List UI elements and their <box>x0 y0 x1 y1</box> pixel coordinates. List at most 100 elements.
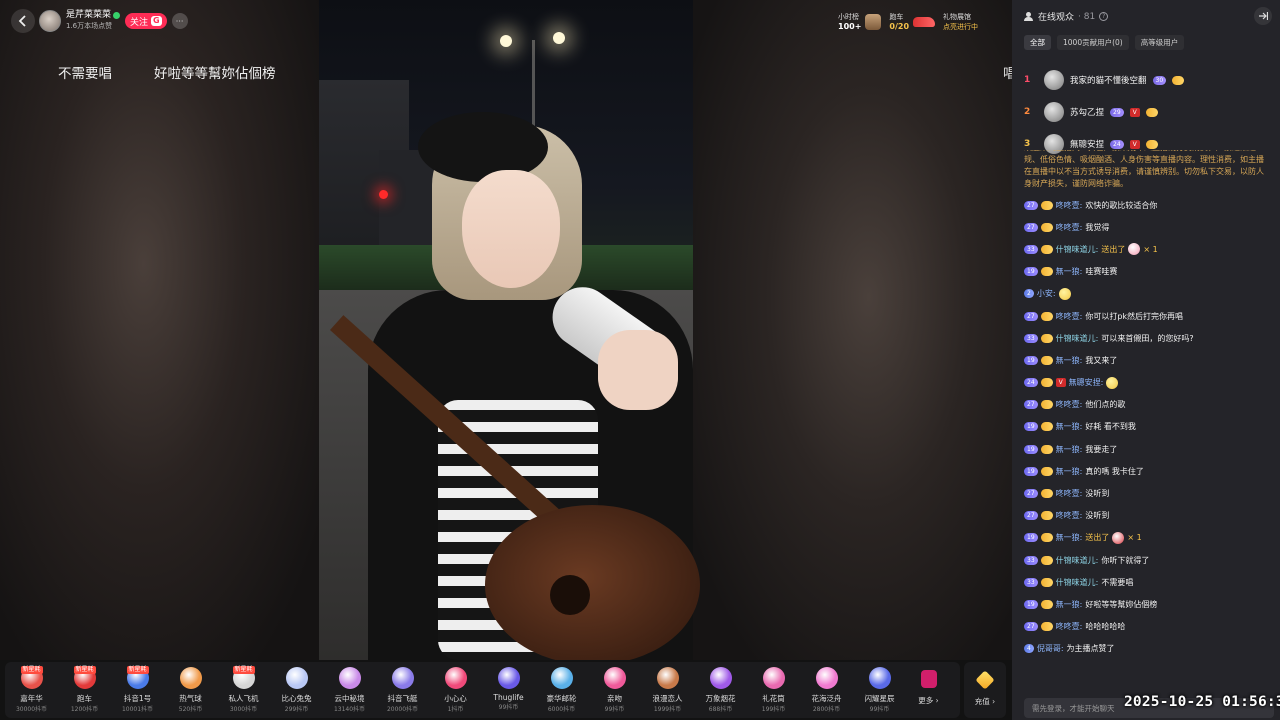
gift-item[interactable]: Thuglife 99抖币 <box>482 662 535 718</box>
fan-club-badge <box>1145 107 1158 117</box>
gift-item[interactable]: 亲吻 99抖币 <box>588 662 641 718</box>
gift-icon <box>1128 243 1141 256</box>
chat-message[interactable]: 33 什锦味道儿: 送出了 × 1 <box>1024 238 1274 260</box>
rank-row[interactable]: 2 苏勾乙捏 29 V <box>1024 96 1270 128</box>
help-icon[interactable]: ? <box>1099 12 1109 21</box>
chat-username[interactable]: 什锦味道儿: <box>1056 577 1099 588</box>
gift-item[interactable]: 新星耗 抖音1号 10001抖币 <box>111 662 164 718</box>
guitar-soundhole <box>550 575 590 615</box>
chat-message[interactable]: 27 咚咚壹: 他们点的歌 <box>1024 394 1274 416</box>
user-level-badge: 27 <box>1024 400 1038 410</box>
avatar[interactable] <box>1044 102 1064 122</box>
race-widget[interactable]: 跑车 0/20 <box>889 12 936 32</box>
chat-message[interactable]: 33 什锦味道儿: 可以来首儭田，的您好吗? <box>1024 327 1274 349</box>
chat-username[interactable]: 無一狼: <box>1056 266 1083 277</box>
chat-username[interactable]: 咚咚壹: <box>1056 222 1083 233</box>
back-button[interactable] <box>11 9 35 33</box>
chat-message[interactable]: 27 咚咚壹: 我觉得 <box>1024 216 1274 238</box>
chat-username[interactable]: 小安: <box>1037 288 1056 299</box>
chat-username[interactable]: 咚咚壹: <box>1056 510 1083 521</box>
gift-item[interactable]: 闪耀星辰 99抖币 <box>853 662 906 718</box>
chat-username[interactable]: 什锦味道儿: <box>1056 555 1099 566</box>
gift-name: 闪耀星辰 <box>864 694 895 703</box>
gift-item[interactable]: 新星耗 跑车 1200抖币 <box>58 662 111 718</box>
chat-username[interactable]: 倪哥哥: <box>1037 643 1064 654</box>
gift-price: 299抖币 <box>284 706 309 713</box>
gift-badge: 新星耗 <box>73 666 96 674</box>
recharge-button[interactable]: 充值 › <box>964 662 1006 718</box>
user-level-badge: 19 <box>1024 599 1038 609</box>
follow-button[interactable]: 关注 G <box>125 13 167 29</box>
rank-username: 苏勾乙捏 <box>1070 108 1105 118</box>
gift-price: 99抖币 <box>604 706 625 713</box>
gift-item[interactable]: 万象烟花 688抖币 <box>694 662 747 718</box>
chat-message[interactable]: 19 無一狼: 真的嗎 我卡住了 <box>1024 460 1274 482</box>
chat-message[interactable]: 19 無一狼: 哇赛哇赛 <box>1024 261 1274 283</box>
recharge-label: 充值 › <box>974 697 996 706</box>
chat-message[interactable]: 27 咚咚壹: 没听到 <box>1024 505 1274 527</box>
more-options-button[interactable]: ··· <box>171 13 188 29</box>
chat-text: 我要走了 <box>1085 444 1118 454</box>
gift-item[interactable]: 新星耗 私人飞机 3000抖币 <box>217 662 270 718</box>
streamer-card[interactable]: 是芹菜菜菜 1.6万本场点赞 关注 G ··· <box>39 9 188 33</box>
chat-message[interactable]: 27 咚咚壹: 欢快的歌比较适合你 <box>1024 194 1274 216</box>
gift-hall-widget[interactable]: 礼物展馆 点亮进行中 <box>943 12 978 32</box>
chat-message[interactable]: 19 無一狼: 好耗 看不到我 <box>1024 416 1274 438</box>
collapse-panel-button[interactable] <box>1254 7 1272 25</box>
gift-item[interactable]: 抖音飞艇 20000抖币 <box>376 662 429 718</box>
user-level-badge: 27 <box>1024 200 1038 210</box>
chat-message[interactable]: 27 咚咚壹: 哈哈哈哈哈 <box>1024 616 1274 638</box>
avatar[interactable] <box>39 10 61 32</box>
gift-item[interactable]: 比心兔兔 299抖币 <box>270 662 323 718</box>
race-value: 0/20 <box>889 22 910 31</box>
gift-item[interactable]: 礼花筒 199抖币 <box>747 662 800 718</box>
gift-item[interactable]: 豪华邮轮 6000抖币 <box>535 662 588 718</box>
user-level-badge: 2 <box>1024 289 1034 299</box>
chat-username[interactable]: 咚咚壹: <box>1056 200 1083 211</box>
tab-all[interactable]: 全部 <box>1024 35 1051 50</box>
chat-message[interactable]: 4 倪哥哥: 为主播点赞了 <box>1024 638 1274 660</box>
chat-message[interactable]: 19 無一狼: 好啦等等幫妳佔個榜 <box>1024 593 1274 615</box>
chat-username[interactable]: 無一狼: <box>1056 355 1083 366</box>
chat-username[interactable]: 無聰安捏: <box>1069 377 1104 388</box>
chat-message[interactable]: 27 咚咚壹: 没听到 <box>1024 482 1274 504</box>
chat-username[interactable]: 什锦味道儿: <box>1056 244 1099 255</box>
chat-username[interactable]: 咚咚壹: <box>1056 488 1083 499</box>
chat-message[interactable]: 2 小安: <box>1024 283 1274 305</box>
rank-row[interactable]: 1 我家的貓不懂後空翻 30 <box>1024 64 1270 96</box>
tab-high-level[interactable]: 高等级用户 <box>1134 35 1185 50</box>
chat-area[interactable]: 欢迎来到直播间！抖音严禁未成年人直播或打赏消费，严禁违法违规、低俗色情、吸烟酗酒… <box>1024 150 1274 695</box>
chat-message[interactable]: 27 咚咚壹: 你可以打pk然后打完你再唱 <box>1024 305 1274 327</box>
chat-username[interactable]: 無一狼: <box>1056 444 1083 455</box>
chat-username[interactable]: 無一狼: <box>1056 599 1083 610</box>
chat-message[interactable]: 33 什锦味道儿: 你听下就得了 <box>1024 549 1274 571</box>
user-level-badge: 27 <box>1024 311 1038 321</box>
chat-message[interactable]: 19 無一狼: 送出了 × 1 <box>1024 527 1274 549</box>
tab-contributors[interactable]: 1000贡献用户(0) <box>1057 35 1129 50</box>
more-gifts-button[interactable]: 更多 › <box>906 662 951 718</box>
gift-item[interactable]: 浪漫恋人 1999抖币 <box>641 662 694 718</box>
gift-item[interactable]: 热气球 520抖币 <box>164 662 217 718</box>
chat-username[interactable]: 什锦味道儿: <box>1056 333 1099 344</box>
gift-item[interactable]: 新星耗 嘉年华 30000抖币 <box>5 662 58 718</box>
chat-username[interactable]: 咚咚壹: <box>1056 399 1083 410</box>
chat-message[interactable]: 19 無一狼: 我要走了 <box>1024 438 1274 460</box>
user-level-badge: 27 <box>1024 511 1038 521</box>
gift-item[interactable]: 云中秘境 13140抖币 <box>323 662 376 718</box>
chat-username[interactable]: 咚咚壹: <box>1056 311 1083 322</box>
chat-username[interactable]: 咚咚壹: <box>1056 621 1083 632</box>
avatar[interactable] <box>1044 70 1064 90</box>
chat-username[interactable]: 無一狼: <box>1056 421 1083 432</box>
danmaku-text: 唱 <box>1003 66 1012 82</box>
chat-text: 送出了 <box>1085 533 1110 543</box>
chat-message[interactable]: 19 無一狼: 我又来了 <box>1024 349 1274 371</box>
chat-message[interactable]: 24 V 無聰安捏: <box>1024 372 1274 394</box>
chat-text: 我觉得 <box>1085 222 1110 232</box>
gift-item[interactable]: 小心心 1抖币 <box>429 662 482 718</box>
hourly-rank-widget[interactable]: 小时榜 100+ <box>838 12 882 32</box>
chat-message[interactable]: 33 什锦味道儿: 不需要唱 <box>1024 571 1274 593</box>
chat-username[interactable]: 無一狼: <box>1056 532 1083 543</box>
gift-item[interactable]: 花海泛舟 2800抖币 <box>800 662 853 718</box>
chat-username[interactable]: 無一狼: <box>1056 466 1083 477</box>
gift-price: 30000抖币 <box>15 706 48 713</box>
